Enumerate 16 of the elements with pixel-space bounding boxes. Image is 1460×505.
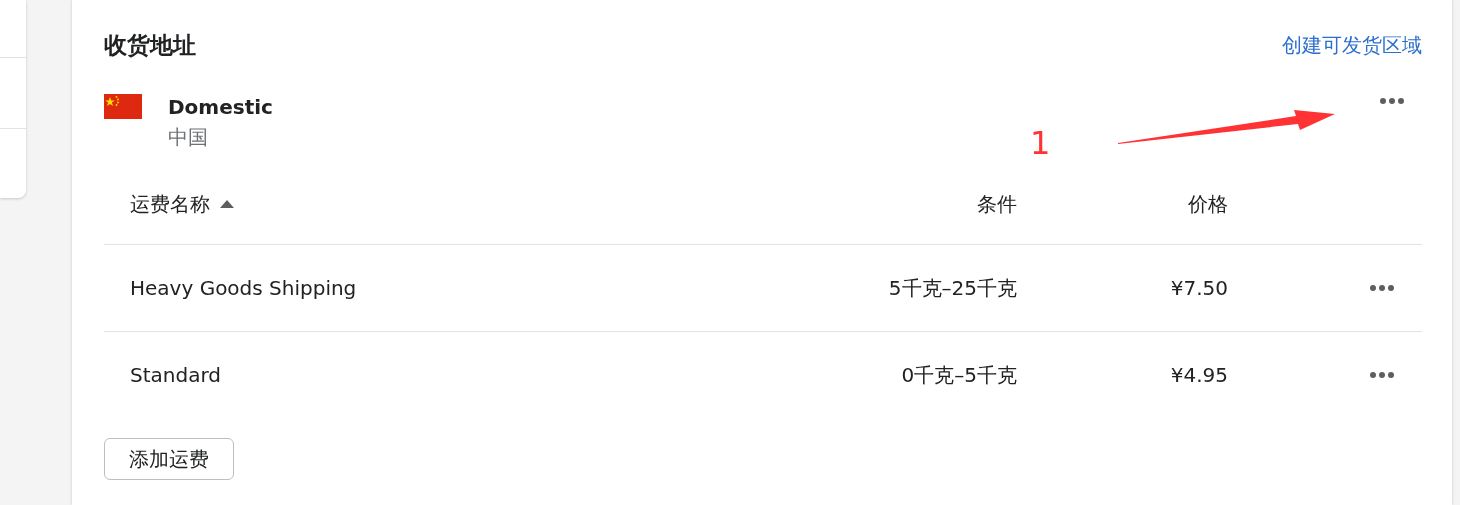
rate-condition: 5千克–25千克: [888, 274, 1017, 302]
rate-name: Heavy Goods Shipping: [130, 276, 357, 300]
annotation-number: 1: [1030, 124, 1051, 162]
column-header: 条件: [977, 190, 1017, 218]
rate-name: Standard: [130, 363, 221, 387]
create-zone-link[interactable]: 创建可发货区域: [1282, 31, 1422, 59]
section-title: 收货地址: [104, 30, 196, 60]
flag-icon: [104, 94, 142, 119]
rate-price: ¥4.95: [1170, 363, 1228, 387]
zone-country: 中国: [168, 124, 208, 150]
rate-price: ¥7.50: [1170, 276, 1228, 300]
rate-condition: 0千克–5千克: [901, 361, 1017, 389]
zone-name: Domestic: [168, 94, 273, 120]
add-rate-button[interactable]: 添加运费: [104, 438, 234, 480]
column-header[interactable]: 运费名称: [130, 190, 210, 218]
column-header: 价格: [1188, 190, 1228, 218]
